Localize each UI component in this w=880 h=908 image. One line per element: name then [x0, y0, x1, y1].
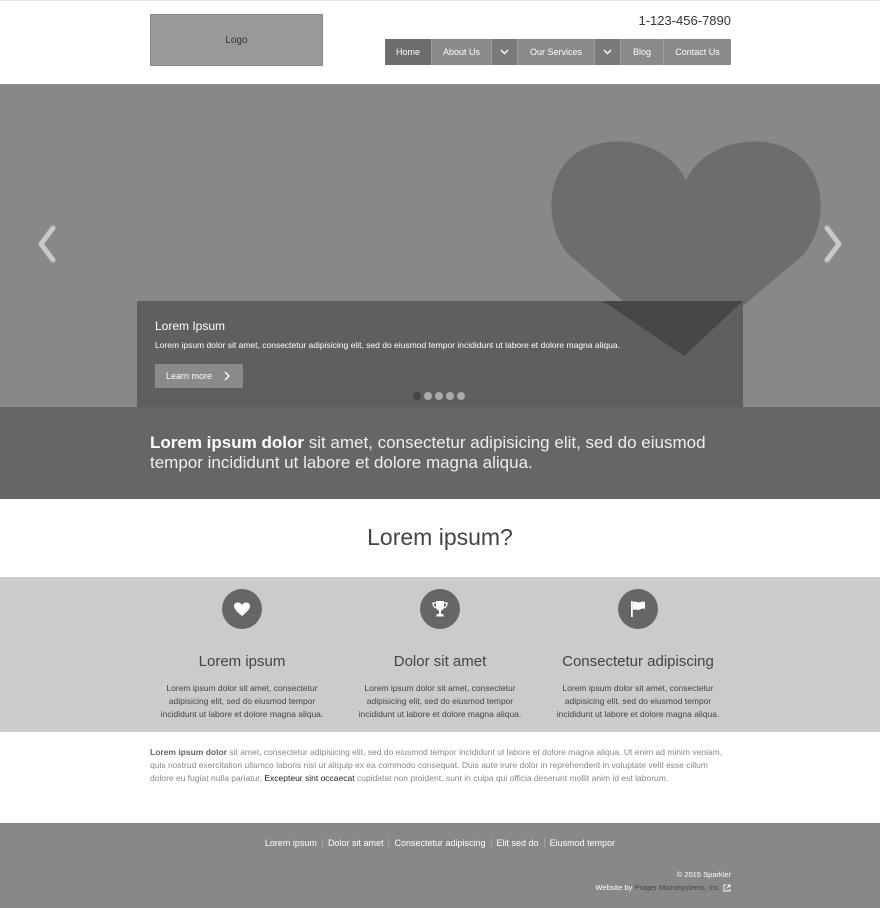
feature-title: Dolor sit amet: [393, 653, 487, 670]
feature-title: Lorem ipsum: [198, 653, 286, 670]
nav-our-services[interactable]: Our Services: [518, 39, 595, 65]
nav-about-dropdown-toggle[interactable]: [492, 39, 518, 65]
tagline-bold: Lorem ipsum dolor: [150, 433, 304, 452]
flag-icon: [631, 601, 645, 617]
feature-icon-circle: [618, 589, 658, 629]
slider-dot[interactable]: [446, 392, 454, 400]
learn-more-label: Learn more: [166, 371, 213, 381]
slide-title: Lorem Ipsum: [155, 319, 226, 333]
nav-about-us[interactable]: About Us: [432, 39, 492, 65]
credit-prefix: Website by: [595, 883, 633, 892]
nav-contact-us[interactable]: Contact Us: [664, 39, 731, 65]
chevron-down-icon: [500, 49, 509, 55]
slide-text: Lorem ipsum dolor sit amet, consectetur …: [155, 340, 620, 350]
feature-icon-circle: [222, 589, 262, 629]
tagline-text: Lorem ipsum dolor sit amet, consectetur …: [150, 433, 740, 473]
website-credit: Website by Prager Microsystems, Inc.: [595, 883, 731, 892]
footer-link[interactable]: Consectetur adipiscing: [389, 838, 492, 848]
site-footer: Lorem ipsum Dolor sit amet Consectetur a…: [0, 823, 880, 908]
feature-title: Consectetur adipiscing: [562, 653, 714, 670]
slider-dot[interactable]: [413, 392, 421, 400]
learn-more-button[interactable]: Learn more: [155, 364, 243, 388]
heart-overlap-shape: [603, 301, 743, 356]
slider-dot[interactable]: [435, 392, 443, 400]
site-header: Logo 1-123-456-7890 Home About Us Our Se…: [0, 0, 880, 84]
footer-link[interactable]: Eiusmod tempor: [545, 838, 621, 848]
intro-paragraph: Lorem ipsum dolor sit amet, consectetur …: [150, 746, 730, 785]
chevron-down-icon: [603, 49, 612, 55]
tagline-band: Lorem ipsum dolor sit amet, consectetur …: [0, 407, 880, 499]
feature-text: Lorem ipsum dolor sit amet, consectetur …: [556, 683, 720, 719]
copyright: © 2015 Sparkler: [676, 870, 731, 879]
slide-caption: Lorem Ipsum Lorem ipsum dolor sit amet, …: [137, 301, 743, 407]
phone-number[interactable]: 1-123-456-7890: [638, 13, 731, 28]
slider-dot[interactable]: [424, 392, 432, 400]
paragraph-highlight: Excepteur sint occaecat: [264, 773, 355, 783]
footer-link[interactable]: Lorem ipsum: [260, 838, 323, 848]
slider-pagination: [413, 392, 465, 400]
paragraph-bold: Lorem ipsum dolor: [150, 747, 227, 757]
slider-prev-arrow[interactable]: [35, 224, 59, 264]
nav-blog[interactable]: Blog: [621, 39, 664, 65]
external-link-icon: [723, 884, 731, 891]
section-title: Lorem ipsum?: [367, 524, 513, 550]
footer-link[interactable]: Dolor sit amet: [323, 838, 390, 848]
nav-services-dropdown-toggle[interactable]: [595, 39, 621, 65]
logo[interactable]: Logo: [150, 14, 323, 66]
features-section: Lorem ipsum Lorem ipsum dolor sit amet, …: [0, 577, 880, 732]
heart-icon: [234, 602, 250, 616]
slider-next-arrow[interactable]: [821, 224, 845, 264]
paragraph-part2: cupidatat non proident, sunt in culpa qu…: [354, 773, 669, 783]
nav-home[interactable]: Home: [385, 39, 432, 65]
hero-slider: Lorem Ipsum Lorem ipsum dolor sit amet, …: [0, 84, 880, 407]
main-nav: Home About Us Our Services Blog Contact …: [385, 39, 731, 65]
trophy-icon: [432, 601, 448, 617]
chevron-right-icon: [224, 371, 230, 381]
feature-text: Lorem ipsum dolor sit amet, consectetur …: [358, 683, 522, 719]
credit-company-link[interactable]: Prager Microsystems, Inc.: [634, 883, 721, 892]
feature-text: Lorem ipsum dolor sit amet, consectetur …: [160, 683, 324, 719]
slider-dot[interactable]: [457, 392, 465, 400]
footer-link[interactable]: Elit sed do: [492, 838, 545, 848]
footer-nav: Lorem ipsum Dolor sit amet Consectetur a…: [0, 838, 880, 848]
feature-icon-circle: [420, 589, 460, 629]
